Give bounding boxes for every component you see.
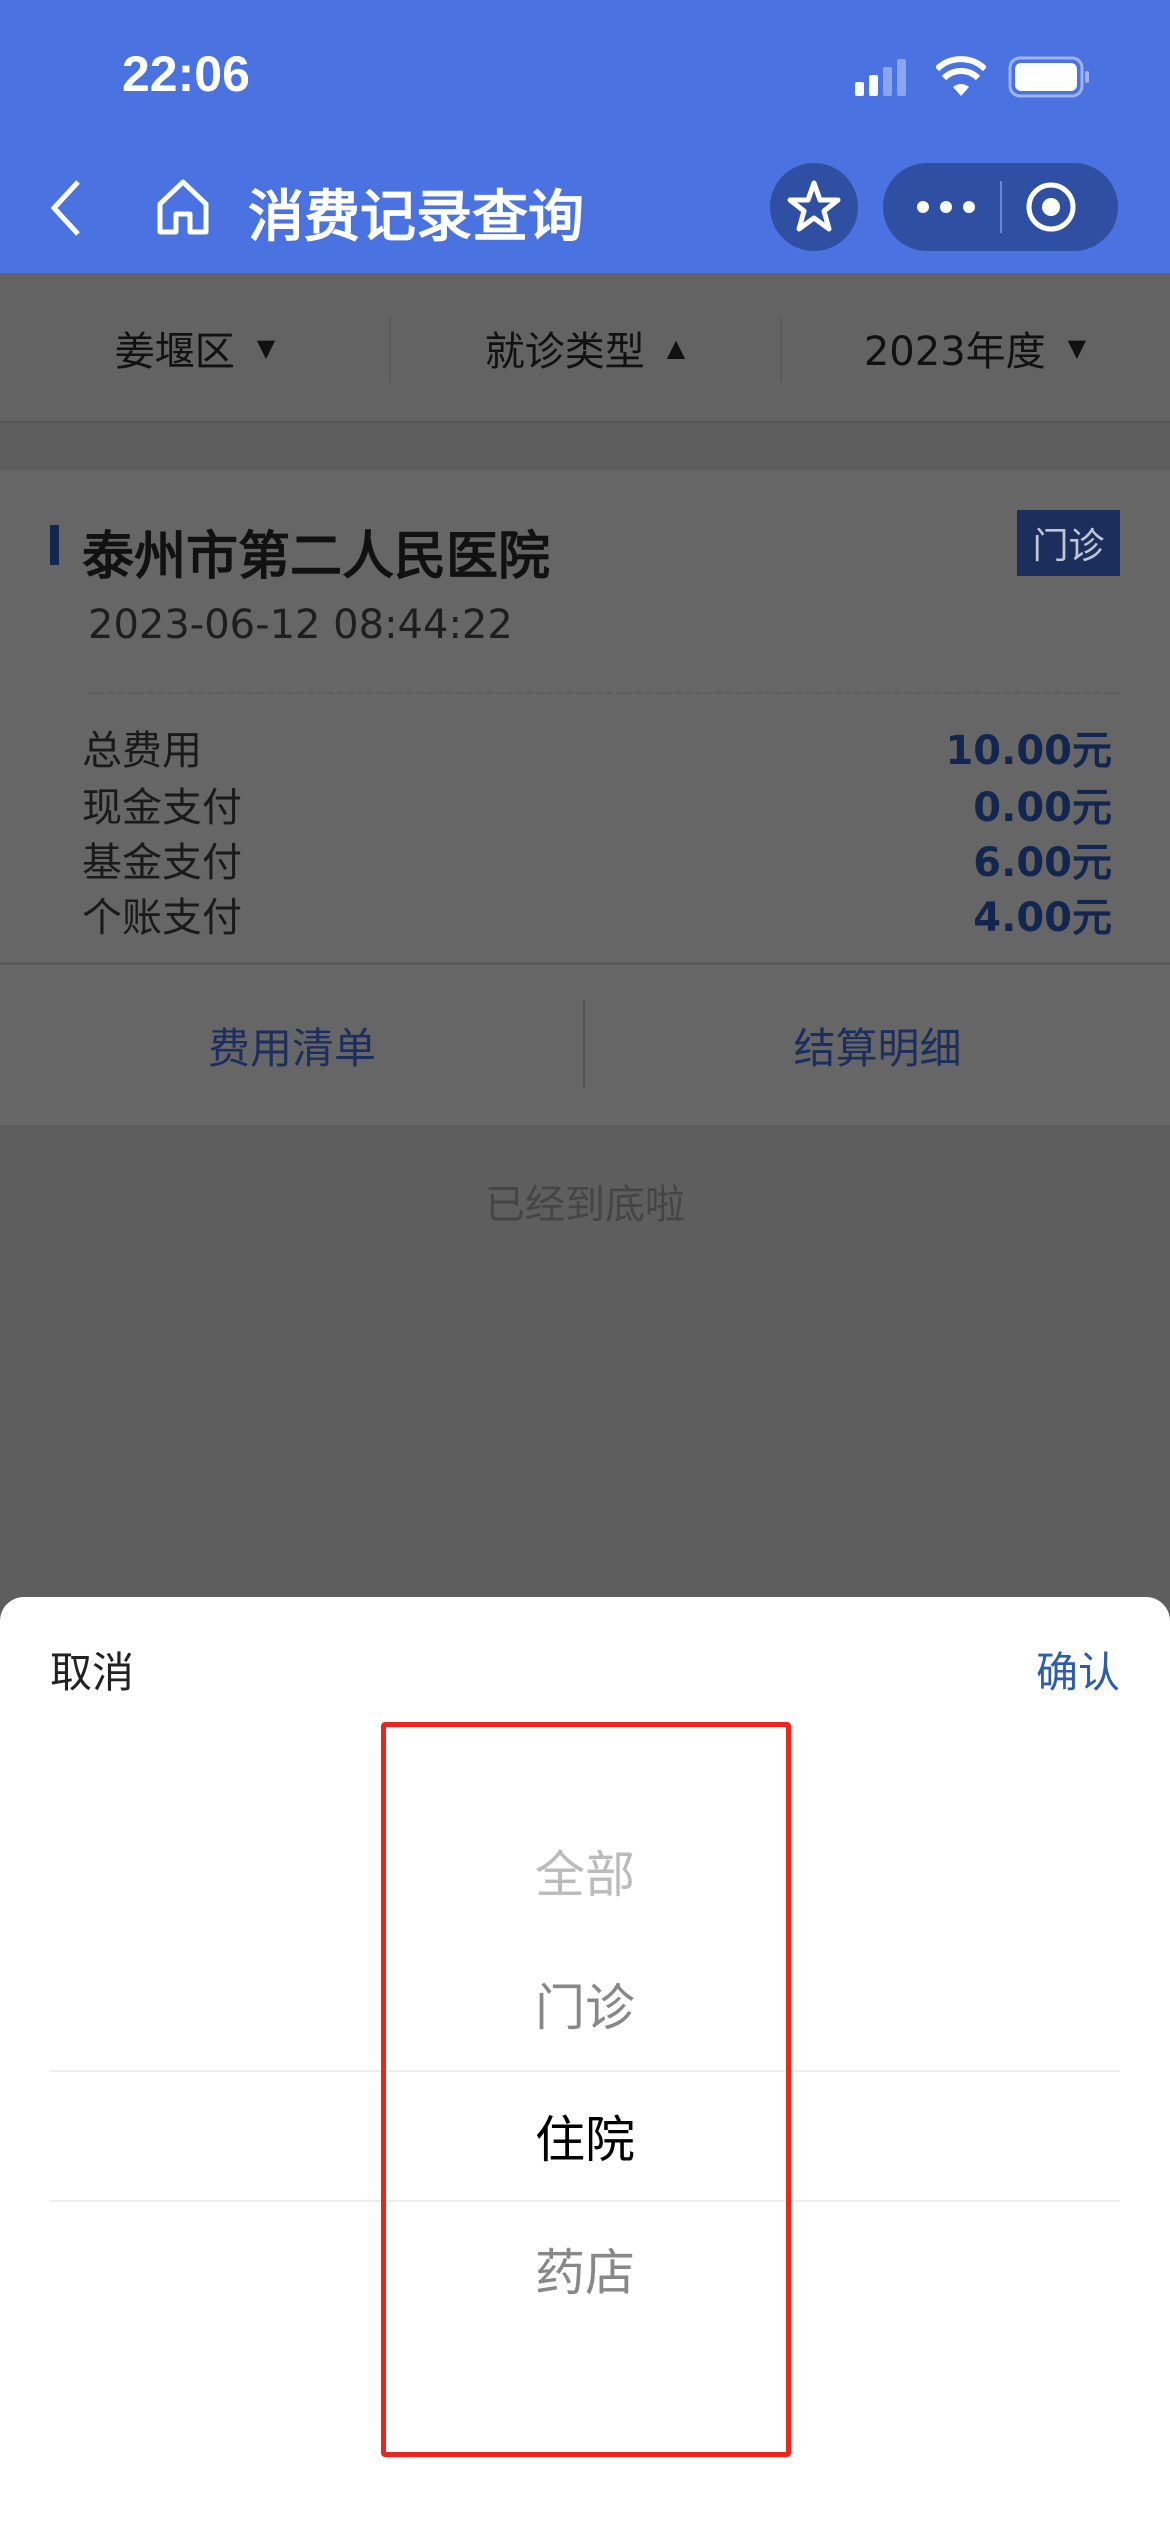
close-miniprogram-icon[interactable]	[1023, 179, 1079, 235]
page-title: 消费记录查询	[248, 185, 584, 250]
row-value: 4.00元	[973, 895, 1112, 941]
fee-list-button[interactable]: 费用清单	[0, 965, 584, 1125]
filter-district[interactable]: 姜堰区 ▼	[0, 273, 390, 423]
nav-bar: 22:06 消费记录查询	[0, 0, 1170, 273]
capsule-divider	[1000, 181, 1002, 233]
filter-bar: 姜堰区 ▼ 就诊类型 ▲ 2023年度 ▼	[0, 273, 1170, 423]
dashed-divider	[88, 692, 1120, 694]
status-time: 22:06	[122, 46, 250, 102]
row-value: 0.00元	[973, 785, 1112, 831]
battery-icon	[1008, 56, 1089, 98]
row-label: 现金支付	[82, 785, 242, 831]
highlight-box	[381, 1722, 791, 2457]
row-value: 10.00元	[945, 728, 1112, 774]
wifi-icon	[936, 56, 986, 96]
settlement-detail-button[interactable]: 结算明细	[585, 965, 1170, 1125]
star-icon	[787, 180, 841, 232]
filter-label: 姜堰区	[114, 329, 235, 375]
caret-down-icon: ▼	[256, 334, 276, 362]
row-label: 基金支付	[82, 840, 242, 886]
row-label: 总费用	[82, 728, 202, 774]
favorite-button[interactable]	[770, 163, 858, 251]
title-accent-bar	[50, 525, 59, 565]
end-of-list-text: 已经到底啦	[485, 1182, 685, 1228]
visit-type-badge: 门诊	[1017, 510, 1120, 576]
record-datetime: 2023-06-12 08:44:22	[88, 602, 513, 648]
filter-label: 就诊类型	[484, 329, 645, 375]
filter-label: 2023年度	[863, 329, 1046, 375]
record-card[interactable]: 泰州市第二人民医院 门诊 2023-06-12 08:44:22 总费用 10.…	[0, 470, 1170, 1125]
hospital-name: 泰州市第二人民医院	[82, 527, 551, 587]
back-icon[interactable]	[46, 178, 86, 238]
signal-icon	[855, 59, 906, 96]
cancel-button[interactable]: 取消	[50, 1639, 134, 1700]
caret-down-icon: ▼	[1067, 334, 1087, 362]
capsule-menu	[883, 163, 1118, 251]
row-value: 6.00元	[973, 840, 1112, 886]
caret-up-icon: ▲	[666, 334, 686, 362]
filter-year[interactable]: 2023年度 ▼	[780, 273, 1170, 423]
row-label: 个账支付	[82, 895, 242, 941]
more-icon[interactable]	[913, 197, 983, 217]
picker-sheet: 取消 确认 全部 门诊 住院 药店	[0, 1597, 1170, 2532]
home-icon[interactable]	[155, 178, 211, 236]
confirm-button[interactable]: 确认	[1036, 1639, 1120, 1700]
filter-visit-type[interactable]: 就诊类型 ▲	[390, 273, 780, 423]
